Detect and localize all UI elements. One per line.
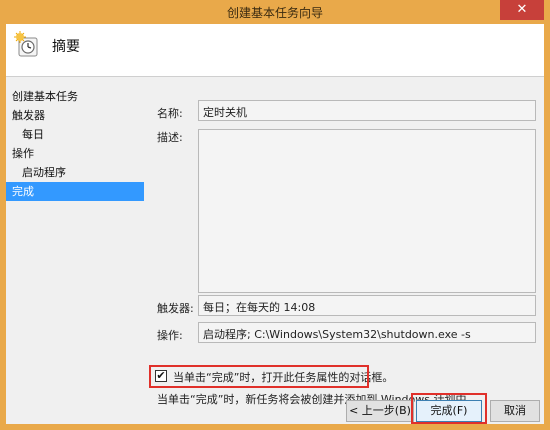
close-icon: ✕: [516, 2, 528, 17]
description-field[interactable]: [198, 129, 536, 293]
close-button[interactable]: ✕: [500, 0, 544, 20]
nav-step-finish[interactable]: 完成: [6, 182, 144, 201]
trigger-field[interactable]: 每日；在每天的 14:08: [198, 295, 536, 316]
title-bar[interactable]: 创建基本任务向导 ✕: [0, 0, 550, 24]
page-title: 摘要: [52, 39, 80, 55]
wizard-window: 创建基本任务向导 ✕ 摘要 创建基本任务 触发器 每日 操作 启动程序 完成 名…: [0, 0, 550, 430]
wizard-steps-nav: 创建基本任务 触发器 每日 操作 启动程序 完成: [6, 87, 144, 201]
wizard-body: 创建基本任务 触发器 每日 操作 启动程序 完成 名称: 定时关机 描述: 触发…: [6, 77, 544, 424]
client-area: 摘要 创建基本任务 触发器 每日 操作 启动程序 完成 名称: 定时关机 描述:…: [6, 24, 544, 424]
back-button[interactable]: < 上一步(B): [346, 400, 414, 422]
nav-step-action[interactable]: 操作: [6, 144, 144, 163]
cancel-button[interactable]: 取消: [490, 400, 540, 422]
name-field[interactable]: 定时关机: [198, 100, 536, 121]
task-wizard-icon: [14, 31, 38, 57]
action-label: 操作:: [157, 329, 183, 342]
checkbox-highlight: [149, 365, 369, 388]
nav-step-trigger[interactable]: 触发器: [6, 106, 144, 125]
nav-step-create-task[interactable]: 创建基本任务: [6, 87, 144, 106]
action-field[interactable]: 启动程序; C:\Windows\System32\shutdown.exe -…: [198, 322, 536, 343]
description-label: 描述:: [157, 131, 183, 144]
nav-step-start-program[interactable]: 启动程序: [6, 163, 144, 182]
finish-highlight: [411, 393, 487, 424]
trigger-label: 触发器:: [157, 302, 194, 315]
name-label: 名称:: [157, 107, 183, 120]
window-title: 创建基本任务向导: [226, 6, 323, 20]
nav-step-daily[interactable]: 每日: [6, 125, 144, 144]
wizard-header: 摘要: [6, 24, 544, 77]
